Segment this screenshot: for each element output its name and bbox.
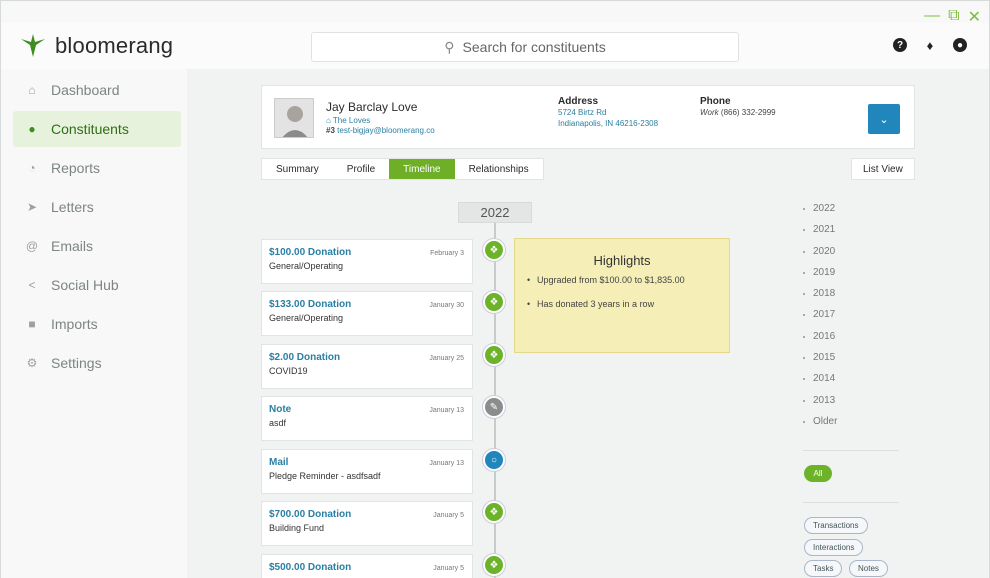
sidebar: ⌂ Dashboard ● Constituents ◔ Reports ➤ L… [1, 69, 187, 578]
phone-type: Work [700, 108, 719, 117]
year-link[interactable]: 2018 [803, 288, 837, 309]
sidebar-item-label: Social Hub [51, 277, 119, 293]
top-icons: ? ♦ ● [893, 38, 967, 53]
at-icon: @ [25, 239, 39, 253]
sidebar-item-social-hub[interactable]: < Social Hub [13, 267, 181, 303]
highlight-item: Has donated 3 years in a row [527, 298, 729, 311]
filter-interactions[interactable]: Interactions [804, 539, 864, 556]
sidebar-item-constituents[interactable]: ● Constituents [13, 111, 181, 147]
timeline-entry[interactable]: $2.00 Donation January 25 COVID19 [261, 344, 473, 389]
address-block: Address 5724 Birtz Rd Indianapolis, IN 4… [558, 96, 659, 129]
divider [803, 450, 899, 451]
send-icon: ➤ [26, 200, 38, 214]
year-link[interactable]: 2019 [803, 267, 837, 288]
timeline-entry[interactable]: $133.00 Donation January 30 General/Oper… [261, 291, 473, 336]
gift-icon: ❖ [483, 501, 505, 523]
logo[interactable]: bloomerang [19, 33, 173, 59]
people-icon: ● [28, 122, 36, 136]
filter-all-button[interactable]: All [804, 465, 832, 482]
timeline-entry[interactable]: Note January 13 asdf [261, 396, 473, 441]
sidebar-item-label: Letters [51, 199, 94, 215]
search-bar[interactable]: ⚲ Search for constituents [311, 32, 739, 62]
year-link[interactable]: Older [803, 416, 837, 437]
year-navigator: 2022 2021 2020 2019 2018 2017 2016 2015 … [803, 203, 837, 437]
year-link[interactable]: 2014 [803, 373, 837, 394]
year-link[interactable]: 2016 [803, 331, 837, 352]
tab-profile[interactable]: Profile [333, 159, 389, 179]
timeline-year: 2022 [458, 202, 532, 223]
tab-summary[interactable]: Summary [262, 159, 333, 179]
highlights-box: Highlights Upgraded from $100.00 to $1,8… [514, 238, 730, 353]
sidebar-item-label: Imports [51, 316, 98, 332]
share-icon: < [28, 278, 36, 292]
logo-text: bloomerang [55, 33, 174, 58]
constituent-name: Jay Barclay Love [326, 100, 418, 114]
gift-icon: ❖ [483, 239, 505, 261]
timeline-entry[interactable]: $500.00 Donation January 5 [261, 554, 473, 578]
pencil-icon: ✎ [483, 396, 505, 418]
house-icon: ⌂ [326, 116, 333, 125]
filter-tasks[interactable]: Tasks [804, 560, 843, 577]
timeline-entry[interactable]: Mail January 13 Pledge Reminder - asdfsa… [261, 449, 473, 494]
address-line1[interactable]: 5724 Birtz Rd [558, 107, 658, 118]
app-window: — ⧉ ✕ bloomerang ⚲ Search for constituen… [0, 0, 990, 578]
chevron-down-icon: ⌄ [879, 113, 889, 126]
sidebar-item-settings[interactable]: ⚙ Settings [13, 345, 181, 381]
import-icon: ■ [28, 317, 36, 331]
year-link[interactable]: 2013 [803, 395, 837, 416]
main-content: Jay Barclay Love ⌂ The Loves #3 test-big… [187, 69, 989, 578]
highlights-title: Highlights [593, 253, 651, 268]
phone-number[interactable]: (866) 332-2999 [721, 108, 776, 117]
timeline-entry[interactable]: $700.00 Donation January 5 Building Fund [261, 501, 473, 546]
sidebar-item-imports[interactable]: ■ Imports [13, 306, 181, 342]
email-link[interactable]: test-bigjay@bloomerang.co [337, 126, 435, 135]
year-link[interactable]: 2021 [803, 224, 837, 245]
sidebar-item-label: Emails [51, 238, 94, 254]
sidebar-item-reports[interactable]: ◔ Reports [13, 150, 181, 186]
sidebar-item-label: Constituents [51, 121, 129, 137]
search-input[interactable]: Search for constituents [463, 39, 606, 55]
tab-bar: Summary Profile Timeline Relationships [261, 158, 544, 180]
avatar [274, 98, 314, 138]
constituent-card: Jay Barclay Love ⌂ The Loves #3 test-big… [261, 85, 915, 149]
tab-relationships[interactable]: Relationships [455, 159, 543, 179]
pie-icon: ◔ [28, 161, 36, 175]
gift-icon: ❖ [483, 344, 505, 366]
year-link[interactable]: 2020 [803, 246, 837, 267]
sidebar-item-emails[interactable]: @ Emails [13, 228, 181, 264]
bell-icon[interactable]: ♦ [923, 38, 937, 53]
address-line2[interactable]: Indianapolis, IN 46216-2308 [558, 118, 658, 129]
search-icon: ⚲ [444, 38, 455, 55]
divider [803, 502, 899, 503]
gift-icon: ❖ [483, 554, 505, 576]
sidebar-item-label: Settings [51, 355, 102, 371]
household-link[interactable]: ⌂ The Loves [326, 116, 370, 125]
filter-notes[interactable]: Notes [849, 560, 888, 577]
sidebar-item-letters[interactable]: ➤ Letters [13, 189, 181, 225]
sidebar-item-label: Dashboard [51, 82, 120, 98]
timeline-entry[interactable]: $100.00 Donation February 3 General/Oper… [261, 239, 473, 284]
year-link[interactable]: 2015 [803, 352, 837, 373]
help-icon[interactable]: ? [893, 38, 907, 52]
year-link[interactable]: 2022 [803, 203, 837, 224]
top-bar: bloomerang ⚲ Search for constituents ? ♦… [1, 23, 989, 69]
year-link[interactable]: 2017 [803, 309, 837, 330]
tab-timeline[interactable]: Timeline [389, 159, 455, 179]
filter-transactions[interactable]: Transactions [804, 517, 868, 534]
gear-icon: ⚙ [26, 356, 38, 370]
speech-bubble-icon: ○ [483, 449, 505, 471]
sidebar-item-dashboard[interactable]: ⌂ Dashboard [13, 72, 181, 108]
highlight-item: Upgraded from $100.00 to $1,835.00 [527, 274, 729, 287]
sidebar-item-label: Reports [51, 160, 101, 176]
home-icon: ⌂ [28, 83, 36, 97]
constituent-email-line: #3 test-bigjay@bloomerang.co [326, 126, 435, 135]
dropdown-button[interactable]: ⌄ [868, 104, 900, 134]
user-icon[interactable]: ● [953, 38, 967, 52]
phone-block: Phone Work (866) 332-2999 [700, 96, 776, 117]
gift-icon: ❖ [483, 291, 505, 313]
bloomerang-logo-icon [21, 34, 45, 57]
list-view-button[interactable]: List View [851, 158, 915, 180]
